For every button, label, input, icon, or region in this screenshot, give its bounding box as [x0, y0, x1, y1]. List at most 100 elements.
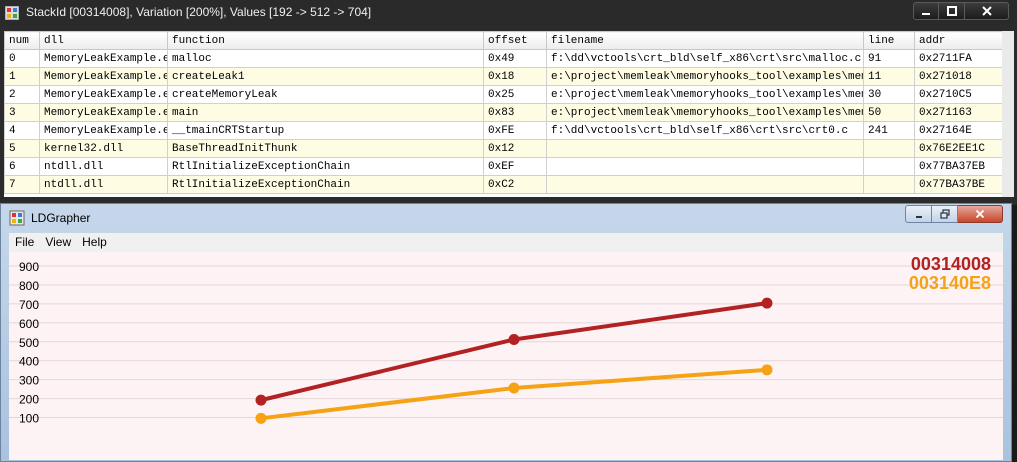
cell-function: createLeak1 [167, 67, 484, 86]
y-tick-label: 100 [19, 412, 39, 426]
legend-entry: 00314008 [911, 254, 991, 274]
cell-offset: 0x49 [483, 49, 547, 68]
table-row[interactable]: 0 MemoryLeakExample.e malloc 0x49 f:\dd\vcto… [4, 49, 1002, 68]
close-icon [975, 209, 985, 219]
data-point [508, 382, 520, 394]
y-tick-label: 900 [19, 260, 39, 274]
cell-offset: 0x12 [483, 139, 547, 158]
cell-addr: 0x76E2EE1C [914, 139, 1002, 158]
maximize-icon [946, 6, 957, 16]
y-tick-label: 400 [19, 355, 39, 369]
cell-num: 7 [4, 175, 40, 194]
cell-dll: MemoryLeakExample.e [39, 67, 168, 86]
table-row[interactable]: 1 MemoryLeakExample.e createLeak1 0x18 e:\pr… [4, 67, 1002, 86]
grapher-maximize-button[interactable] [932, 205, 958, 223]
cell-offset: 0xFE [483, 121, 547, 140]
cell-num: 3 [4, 103, 40, 122]
column-header-filename[interactable]: filename [546, 31, 864, 50]
grapher-title: LDGrapher [31, 211, 91, 225]
menu-file[interactable]: File [9, 233, 39, 249]
cell-function: createMemoryLeak [167, 85, 484, 104]
table-row[interactable]: 6 ntdll.dll RtlInitializeExceptionChain 0xE… [4, 157, 1002, 176]
menu-help[interactable]: Help [76, 233, 112, 249]
column-header-function[interactable]: function [167, 31, 484, 50]
table-row[interactable]: 4 MemoryLeakExample.e __tmainCRTStartup 0xF… [4, 121, 1002, 140]
cell-function: RtlInitializeExceptionChain [167, 175, 484, 194]
cell-num: 4 [4, 121, 40, 140]
data-point [508, 334, 520, 346]
cell-num: 0 [4, 49, 40, 68]
cell-line: 11 [863, 67, 915, 86]
cell-line [863, 175, 915, 194]
menu-view[interactable]: View [39, 233, 76, 249]
cell-addr: 0x271163 [914, 103, 1002, 122]
minimize-icon [922, 13, 930, 15]
table-row[interactable]: 5 kernel32.dll BaseThreadInitThunk 0x12 0x76… [4, 139, 1002, 158]
cell-num: 5 [4, 139, 40, 158]
data-point [761, 297, 773, 309]
cell-num: 6 [4, 157, 40, 176]
maximize-button[interactable] [939, 2, 965, 20]
cell-line: 241 [863, 121, 915, 140]
cell-addr: 0x77BA37BE [914, 175, 1002, 194]
cell-addr: 0x2710C5 [914, 85, 1002, 104]
cell-dll: ntdll.dll [39, 157, 168, 176]
chart-background [9, 252, 1003, 460]
stack-window-titlebar[interactable]: StackId [00314008], Variation [200%], Va… [0, 0, 1017, 25]
stack-grid[interactable]: num dll function offset filename line addr 0 Me… [4, 31, 1002, 197]
close-button[interactable] [965, 2, 1009, 20]
cell-addr: 0x2711FA [914, 49, 1002, 68]
data-point [255, 394, 267, 406]
cell-dll: MemoryLeakExample.e [39, 85, 168, 104]
cell-function: malloc [167, 49, 484, 68]
cell-offset: 0x18 [483, 67, 547, 86]
y-tick-label: 700 [19, 298, 39, 312]
column-header-num[interactable]: num [4, 31, 40, 50]
y-tick-label: 800 [19, 279, 39, 293]
y-tick-label: 500 [19, 336, 39, 350]
cell-addr: 0x27164E [914, 121, 1002, 140]
cell-function: __tmainCRTStartup [167, 121, 484, 140]
grapher-window: LDGrapher File View Help 100 200 300 400 500 60… [0, 203, 1012, 462]
minimize-button[interactable] [913, 2, 939, 20]
cell-filename: e:\project\memleak\memoryhooks_tool\exam… [546, 103, 864, 122]
minimize-icon [915, 216, 922, 218]
grapher-titlebar[interactable]: LDGrapher [1, 204, 1011, 232]
data-point [761, 364, 773, 376]
cell-filename: f:\dd\vctools\crt_bld\self_x86\crt\src\c… [546, 121, 864, 140]
cell-offset: 0xEF [483, 157, 547, 176]
memory-chart[interactable]: 100 200 300 400 500 600 700 800 900 0031400800314… [9, 252, 1003, 460]
column-header-dll[interactable]: dll [39, 31, 168, 50]
table-row[interactable]: 3 MemoryLeakExample.e main 0x83 e:\project\m… [4, 103, 1002, 122]
cell-line: 30 [863, 85, 915, 104]
table-row[interactable]: 7 ntdll.dll RtlInitializeExceptionChain 0xC… [4, 175, 1002, 194]
grid-scrollbar[interactable] [1002, 31, 1014, 197]
grapher-app-icon [9, 210, 25, 226]
cell-function: main [167, 103, 484, 122]
y-tick-label: 300 [19, 374, 39, 388]
cell-function: RtlInitializeExceptionChain [167, 157, 484, 176]
data-point [255, 412, 267, 424]
cell-line: 50 [863, 103, 915, 122]
y-tick-label: 600 [19, 317, 39, 331]
column-header-addr[interactable]: addr [914, 31, 1002, 50]
cell-dll: ntdll.dll [39, 175, 168, 194]
cell-num: 1 [4, 67, 40, 86]
restore-icon [939, 209, 950, 219]
cell-offset: 0x25 [483, 85, 547, 104]
cell-filename [546, 175, 864, 194]
cell-filename: e:\project\memleak\memoryhooks_tool\exam… [546, 85, 864, 104]
cell-dll: MemoryLeakExample.e [39, 103, 168, 122]
cell-addr: 0x77BA37EB [914, 157, 1002, 176]
cell-offset: 0x83 [483, 103, 547, 122]
cell-num: 2 [4, 85, 40, 104]
table-row[interactable]: 2 MemoryLeakExample.e createMemoryLeak 0x25… [4, 85, 1002, 104]
cell-dll: kernel32.dll [39, 139, 168, 158]
legend-entry: 003140E8 [909, 273, 991, 293]
column-header-line[interactable]: line [863, 31, 915, 50]
y-tick-label: 200 [19, 393, 39, 407]
grapher-minimize-button[interactable] [905, 205, 932, 223]
cell-filename [546, 139, 864, 158]
grapher-close-button[interactable] [958, 205, 1003, 223]
column-header-offset[interactable]: offset [483, 31, 547, 50]
